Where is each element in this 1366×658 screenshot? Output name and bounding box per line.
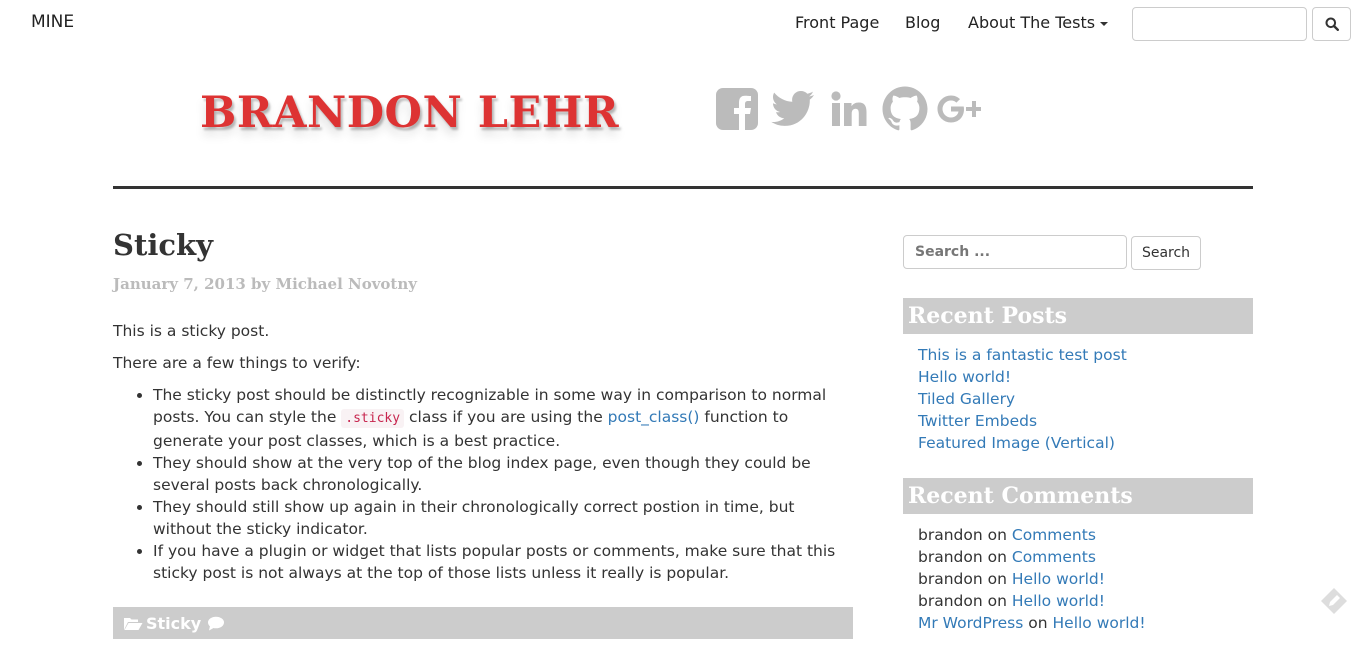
list-item: brandon on Hello world!: [918, 590, 1146, 612]
list-item: Twitter Embeds: [918, 410, 1127, 432]
pencil-diamond-icon: [1321, 588, 1347, 614]
sidebar-search-button[interactable]: Search: [1131, 236, 1201, 270]
top-navbar: MINE Front Page Blog About The Tests: [0, 0, 1366, 48]
recent-post-link[interactable]: Tiled Gallery: [918, 390, 1015, 408]
comment-on: on: [987, 570, 1007, 588]
comment-post-link[interactable]: Hello world!: [1012, 570, 1105, 588]
recent-comments-title: Recent Comments: [903, 478, 1253, 514]
list-item: Hello world!: [918, 366, 1127, 388]
google-plus-icon: [937, 95, 981, 123]
twitter-icon: [771, 91, 814, 126]
bullet1-text-b: class if you are using the: [404, 408, 608, 426]
post-body: This is a sticky post. There are a few t…: [113, 320, 853, 584]
list-item: The sticky post should be distinctly rec…: [153, 384, 853, 452]
comment-post-link[interactable]: Hello world!: [1012, 592, 1105, 610]
comment-on: on: [987, 592, 1007, 610]
caret-down-icon: [1100, 21, 1109, 26]
comment-on: on: [987, 526, 1007, 544]
recent-posts-list: This is a fantastic test post Hello worl…: [918, 344, 1127, 454]
comment-author-link[interactable]: Mr WordPress: [918, 614, 1023, 632]
sticky-class-code: .sticky: [341, 409, 405, 428]
comment-author: brandon: [918, 548, 983, 566]
category-link[interactable]: Sticky: [146, 614, 201, 633]
linkedin-icon: [831, 91, 867, 126]
comment-post-link[interactable]: Comments: [1012, 548, 1096, 566]
facebook-icon: [716, 88, 758, 130]
post-title[interactable]: Sticky: [113, 228, 213, 262]
list-item: brandon on Comments: [918, 524, 1146, 546]
twitter-link[interactable]: [770, 86, 816, 132]
comment-on: on: [1028, 614, 1048, 632]
recent-post-link[interactable]: Featured Image (Vertical): [918, 434, 1115, 452]
github-icon: [882, 86, 928, 131]
google-plus-link[interactable]: [936, 86, 982, 132]
nav-front-page[interactable]: Front Page: [795, 13, 879, 32]
list-item: Tiled Gallery: [918, 388, 1127, 410]
list-item: brandon on Hello world!: [918, 568, 1146, 590]
facebook-link[interactable]: [714, 86, 760, 132]
list-item: If you have a plugin or widget that list…: [153, 540, 853, 584]
header-divider: [113, 186, 1253, 189]
sidebar-search-input[interactable]: Search ...: [903, 235, 1127, 269]
recent-post-link[interactable]: This is a fantastic test post: [918, 346, 1127, 364]
edit-widget-button[interactable]: [1319, 586, 1349, 616]
recent-posts-title: Recent Posts: [903, 298, 1253, 334]
recent-comments-list: brandon on Comments brandon on Comments …: [918, 524, 1146, 634]
linkedin-link[interactable]: [826, 86, 872, 132]
post-meta: January 7, 2013 by Michael Novotny: [113, 275, 417, 293]
comment-author: brandon: [918, 526, 983, 544]
list-item: Featured Image (Vertical): [918, 432, 1127, 454]
recent-post-link[interactable]: Twitter Embeds: [918, 412, 1037, 430]
comment-on: on: [987, 548, 1007, 566]
comment-post-link[interactable]: Comments: [1012, 526, 1096, 544]
list-item: This is a fantastic test post: [918, 344, 1127, 366]
post-footer: Sticky: [113, 607, 853, 639]
comment-author: brandon: [918, 592, 983, 610]
github-link[interactable]: [880, 86, 930, 132]
navbar-brand[interactable]: MINE: [31, 12, 74, 32]
search-icon: [1325, 17, 1339, 31]
list-item: Mr WordPress on Hello world!: [918, 612, 1146, 634]
post-checklist: The sticky post should be distinctly rec…: [153, 384, 853, 584]
list-item: They should still show up again in their…: [153, 496, 853, 540]
folder-open-icon: [124, 617, 143, 630]
navbar-search-button[interactable]: [1312, 7, 1351, 41]
list-item: brandon on Comments: [918, 546, 1146, 568]
nav-about-the-tests[interactable]: About The Tests: [968, 13, 1109, 32]
list-item: They should show at the very top of the …: [153, 452, 853, 496]
nav-about-label: About The Tests: [968, 13, 1096, 32]
comment-icon[interactable]: [207, 616, 225, 631]
recent-post-link[interactable]: Hello world!: [918, 368, 1011, 386]
post-class-link[interactable]: post_class(): [608, 408, 700, 426]
post-intro: This is a sticky post.: [113, 322, 270, 340]
comment-post-link[interactable]: Hello world!: [1053, 614, 1146, 632]
navbar-search-input[interactable]: [1132, 7, 1307, 41]
site-title[interactable]: BRANDON LEHR: [200, 88, 619, 138]
nav-blog[interactable]: Blog: [905, 13, 940, 32]
post-subintro: There are a few things to verify:: [113, 354, 361, 372]
comment-author: brandon: [918, 570, 983, 588]
